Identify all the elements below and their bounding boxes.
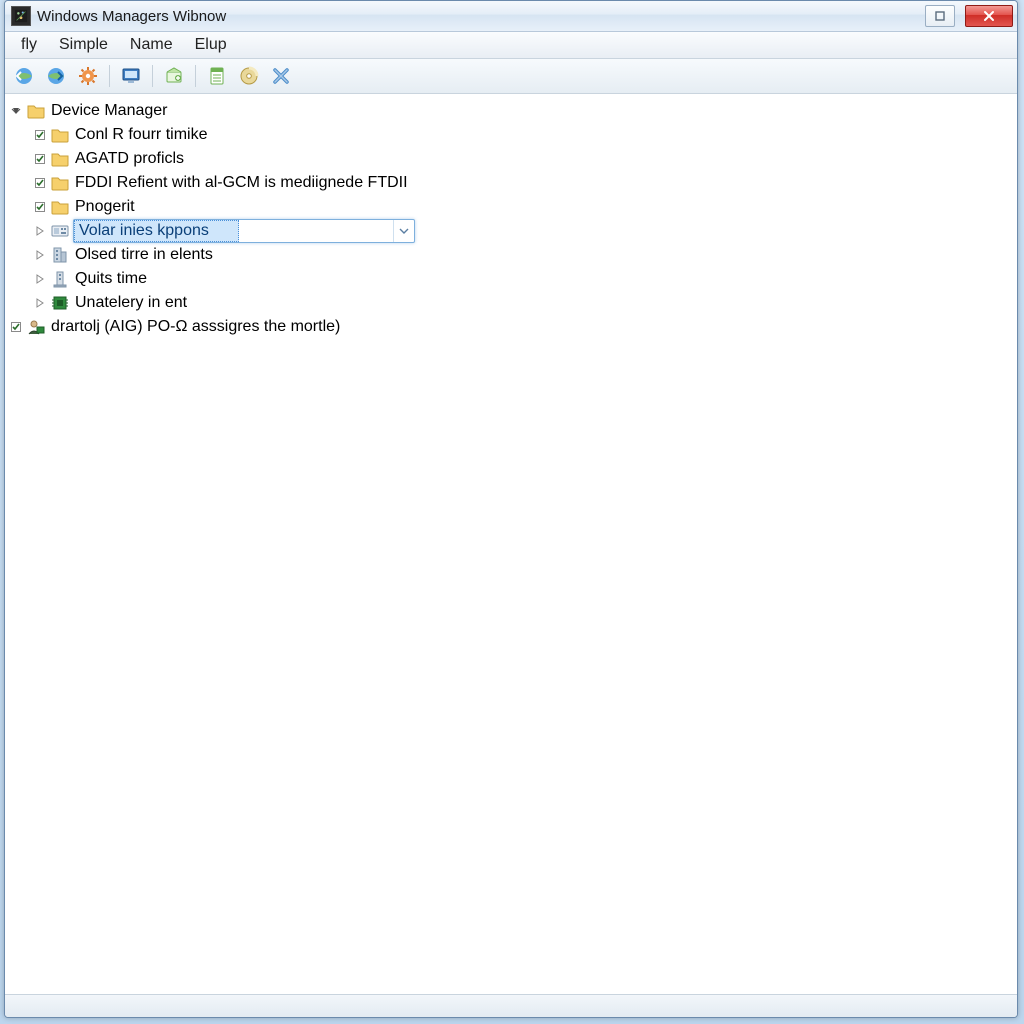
tree-item-label: Quits time <box>73 269 149 289</box>
tree-item[interactable]: Unatelery in ent <box>31 291 1015 315</box>
minimize-button[interactable] <box>925 5 955 27</box>
toolbar-separator <box>109 65 110 87</box>
tree-item[interactable]: drartolj (AIG) PO-Ω asssigres the mortle… <box>7 315 1015 339</box>
arrow-expander-icon[interactable] <box>33 248 47 262</box>
toolbar-separator <box>152 65 153 87</box>
check-expander-icon[interactable] <box>33 152 47 166</box>
tree-item-label: FDDI Refient with al-GCM is mediignede F… <box>73 173 410 193</box>
disc-icon[interactable] <box>236 63 262 89</box>
tree-item-label: AGATD proficls <box>73 149 186 169</box>
tree-item-label: Conl R fourr timike <box>73 125 209 145</box>
building-icon <box>51 246 69 264</box>
monitor-blue-icon[interactable] <box>118 63 144 89</box>
device-tree: Device Manager Conl R fourr timike AGATD… <box>7 99 1015 339</box>
check-expander-icon[interactable] <box>33 128 47 142</box>
tower-icon <box>51 270 69 288</box>
content-area: Device Manager Conl R fourr timike AGATD… <box>5 94 1017 994</box>
sheet-green-icon[interactable] <box>204 63 230 89</box>
tree-item[interactable]: Conl R fourr timike <box>31 123 1015 147</box>
menu-fly[interactable]: fly <box>11 34 47 56</box>
tree-item-label: Pnogerit <box>73 197 137 217</box>
folder-icon <box>51 150 69 168</box>
folder-icon <box>51 198 69 216</box>
check-expander-icon[interactable] <box>9 320 23 334</box>
close-button[interactable] <box>965 5 1013 27</box>
tree-root-label: Device Manager <box>49 101 170 121</box>
chip-icon <box>51 294 69 312</box>
toolbar <box>5 59 1017 94</box>
tree-item[interactable]: Olsed tirre in elents <box>31 243 1015 267</box>
tree-item[interactable]: FDDI Refient with al-GCM is mediignede F… <box>31 171 1015 195</box>
expander-open-icon[interactable] <box>9 104 23 118</box>
app-icon <box>11 6 31 26</box>
tree-item[interactable]: Pnogerit <box>31 195 1015 219</box>
toolbar-separator <box>195 65 196 87</box>
window-title: Windows Managers Wibnow <box>37 8 226 25</box>
menubar: fly Simple Name Elup <box>5 32 1017 59</box>
menu-simple[interactable]: Simple <box>49 34 118 56</box>
tree-item[interactable]: AGATD proficls <box>31 147 1015 171</box>
titlebar: Windows Managers Wibnow <box>5 1 1017 32</box>
combobox-selected-value: Volar inies kppons <box>74 220 239 242</box>
arrow-expander-icon[interactable] <box>33 272 47 286</box>
box-green-icon[interactable] <box>161 63 187 89</box>
card-icon <box>51 222 69 240</box>
tree-item-label: Olsed tirre in elents <box>73 245 215 265</box>
gear-orange-icon[interactable] <box>75 63 101 89</box>
folder-icon <box>51 126 69 144</box>
statusbar <box>5 994 1017 1017</box>
arrow-expander-icon[interactable] <box>33 224 47 238</box>
menu-elup[interactable]: Elup <box>185 34 237 56</box>
tree-item-combobox[interactable]: Volar inies kppons <box>73 219 415 243</box>
tree-item-label: Unatelery in ent <box>73 293 189 313</box>
tree-item-label: drartolj (AIG) PO-Ω asssigres the mortle… <box>49 317 342 337</box>
menu-name[interactable]: Name <box>120 34 183 56</box>
tree-item-selected[interactable]: Volar inies kppons <box>31 219 1015 243</box>
globe-back-icon[interactable] <box>11 63 37 89</box>
folder-icon <box>27 102 45 120</box>
check-expander-icon[interactable] <box>33 200 47 214</box>
user-chip-icon <box>27 318 45 336</box>
check-expander-icon[interactable] <box>33 176 47 190</box>
x-blue-icon[interactable] <box>268 63 294 89</box>
folder-icon <box>51 174 69 192</box>
globe-forward-icon[interactable] <box>43 63 69 89</box>
app-window: Windows Managers Wibnow fly Simple Name … <box>4 0 1018 1018</box>
tree-item[interactable]: Quits time <box>31 267 1015 291</box>
chevron-down-icon[interactable] <box>393 220 414 242</box>
tree-root-row[interactable]: Device Manager <box>7 99 1015 123</box>
arrow-expander-icon[interactable] <box>33 296 47 310</box>
